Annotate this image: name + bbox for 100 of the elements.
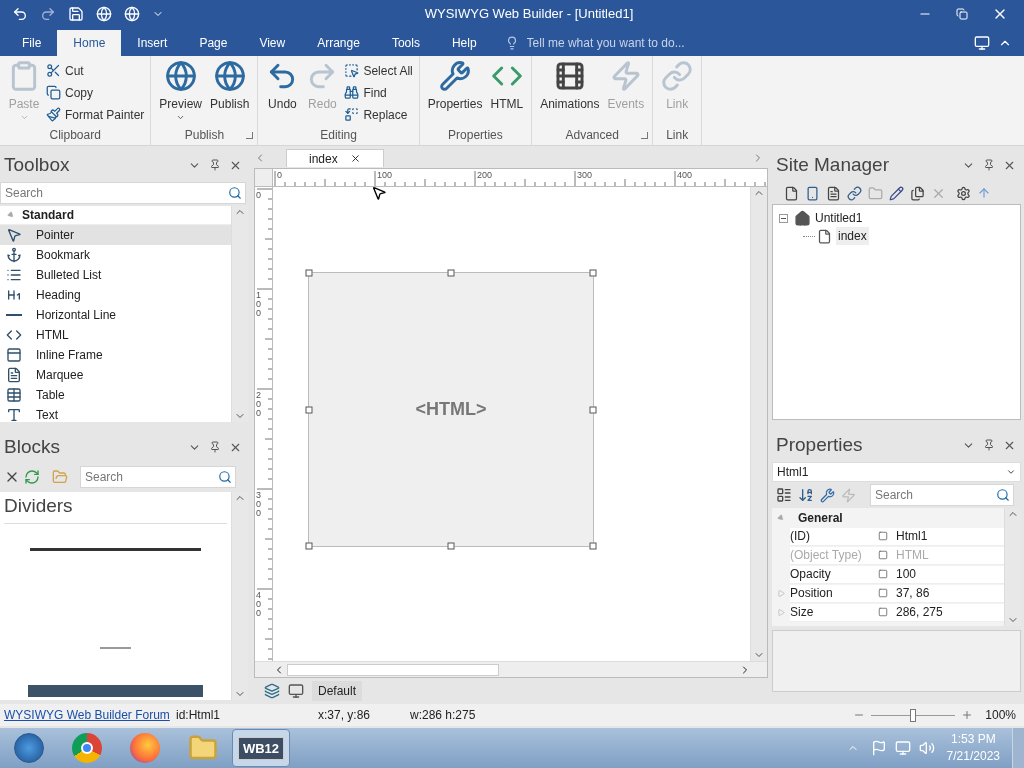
pin-icon[interactable]: [209, 441, 221, 453]
toolbox-item[interactable]: Bulleted List: [0, 265, 231, 285]
wrench-icon[interactable]: [820, 487, 835, 503]
toolbox-item[interactable]: Text: [0, 405, 231, 425]
toolbox-item[interactable]: Pointer: [0, 225, 231, 245]
duplicate-icon[interactable]: [910, 185, 925, 201]
toolbox-item[interactable]: Marquee: [0, 365, 231, 385]
redo-icon[interactable]: [40, 6, 56, 22]
save-icon[interactable]: [68, 6, 84, 22]
ribbon-tab[interactable]: Page: [183, 30, 244, 56]
expand-icon[interactable]: [776, 513, 786, 522]
ribbon-tab[interactable]: Tools: [375, 30, 436, 56]
toolbox-item[interactable]: HTML: [0, 325, 231, 345]
toolbox-item[interactable]: Heading: [0, 285, 231, 305]
resize-handle[interactable]: [305, 406, 313, 413]
pin-icon[interactable]: [983, 159, 995, 171]
ribbon-tab[interactable]: File: [6, 30, 58, 56]
start-button[interactable]: [14, 733, 44, 763]
sort-az-icon[interactable]: [798, 487, 814, 503]
restore-icon[interactable]: [956, 8, 968, 20]
expand-icon[interactable]: [6, 210, 16, 220]
ribbon-button[interactable]: Replace: [344, 105, 413, 124]
close-icon[interactable]: [349, 153, 361, 164]
resize-handle[interactable]: [589, 406, 597, 413]
zoom-in-icon[interactable]: [961, 709, 974, 721]
object-selector[interactable]: Html1: [772, 462, 1021, 482]
ribbon-button[interactable]: Format Painter: [46, 105, 145, 124]
table-icon: [6, 387, 22, 403]
resize-handle[interactable]: [589, 542, 597, 550]
ribbon-tab[interactable]: Home: [57, 30, 122, 56]
layout-tab[interactable]: Default: [312, 681, 363, 701]
ribbon-button[interactable]: Undo: [264, 60, 301, 125]
zoom-thumb[interactable]: [910, 708, 917, 722]
property-name: (Object Type): [790, 547, 863, 564]
search-icon[interactable]: [228, 186, 242, 200]
categorized-icon[interactable]: [776, 487, 792, 503]
forum-link[interactable]: WYSIWYG Web Builder Forum: [4, 706, 176, 724]
undo-icon[interactable]: [12, 6, 28, 22]
resize-handle[interactable]: [589, 269, 597, 277]
document-tab[interactable]: index: [286, 149, 384, 167]
link-page-icon[interactable]: [847, 185, 862, 201]
toolbox-item[interactable]: Inline Frame: [0, 345, 231, 365]
resize-handle[interactable]: [305, 269, 313, 277]
tree-item[interactable]: Untitled1: [815, 209, 863, 227]
scrollbar[interactable]: [750, 187, 767, 661]
new-page-icon[interactable]: [784, 185, 799, 201]
resize-handle[interactable]: [447, 269, 455, 277]
network-icon[interactable]: [894, 740, 911, 756]
ribbon-button[interactable]: Select All: [344, 61, 413, 80]
ribbon-tab[interactable]: Help: [435, 30, 493, 56]
tell-me-field[interactable]: Tell me what you want to do...: [526, 34, 787, 52]
collapse-toggle[interactable]: [779, 213, 788, 223]
property-value[interactable]: 37, 86: [896, 584, 930, 602]
ribbon-button[interactable]: Properties: [425, 60, 485, 125]
pin-icon[interactable]: [209, 159, 221, 171]
marquee-icon: [6, 367, 22, 383]
search-field[interactable]: Search: [870, 484, 1014, 506]
html-element[interactable]: <HTML>: [308, 272, 594, 547]
layout-settings-icon[interactable]: [288, 683, 304, 699]
zoom-slider[interactable]: [871, 708, 956, 722]
ribbon-button[interactable]: Copy: [46, 83, 145, 102]
speaker-icon[interactable]: [918, 740, 935, 756]
ribbon-button[interactable]: Animations: [538, 60, 602, 125]
resize-handle[interactable]: [305, 542, 313, 550]
toolbox-item[interactable]: Bookmark: [0, 245, 231, 265]
property-value[interactable]: 100: [896, 565, 917, 583]
ribbon-tab[interactable]: Arrange: [301, 30, 376, 56]
taskbar-app[interactable]: WB12: [232, 729, 290, 767]
ribbon-button[interactable]: HTML: [488, 60, 526, 125]
launcher-icon[interactable]: [641, 131, 649, 139]
ribbon-button[interactable]: Preview: [157, 60, 205, 125]
paintbrush-icon: [46, 107, 61, 122]
mobile-page-icon[interactable]: [805, 185, 820, 201]
launcher-icon[interactable]: [246, 131, 254, 139]
ribbon-button[interactable]: Publish: [208, 60, 252, 125]
add-layout-icon[interactable]: [264, 683, 280, 699]
replace-icon: [344, 107, 360, 122]
ribbon-tab[interactable]: View: [243, 30, 302, 56]
search-field[interactable]: Search: [0, 182, 246, 204]
group-label: Properties: [448, 127, 503, 144]
property-value[interactable]: Html1: [896, 527, 928, 545]
resize-handle[interactable]: [447, 542, 455, 550]
property-value[interactable]: 286, 275: [896, 603, 943, 621]
tree-item[interactable]: index: [836, 227, 869, 245]
page-settings-icon[interactable]: [956, 185, 971, 201]
display-icon[interactable]: [974, 35, 990, 51]
toolbox-item[interactable]: Table: [0, 385, 231, 405]
search-icon[interactable]: [996, 488, 1010, 502]
ribbon-button[interactable]: Cut: [46, 61, 145, 80]
house-icon: [794, 209, 811, 227]
ribbon-tab[interactable]: Insert: [121, 30, 184, 56]
search-icon[interactable]: [218, 470, 232, 484]
ribbon-button[interactable]: Find: [344, 83, 413, 102]
pin-icon[interactable]: [983, 439, 995, 451]
scroll-thumb[interactable]: [287, 663, 499, 676]
toolbox-item[interactable]: Horizontal Line: [0, 305, 231, 325]
flag-icon[interactable]: [870, 740, 887, 756]
text-page-icon[interactable]: [826, 185, 841, 201]
edit-icon[interactable]: [889, 185, 904, 201]
search-field[interactable]: Search: [80, 466, 236, 488]
